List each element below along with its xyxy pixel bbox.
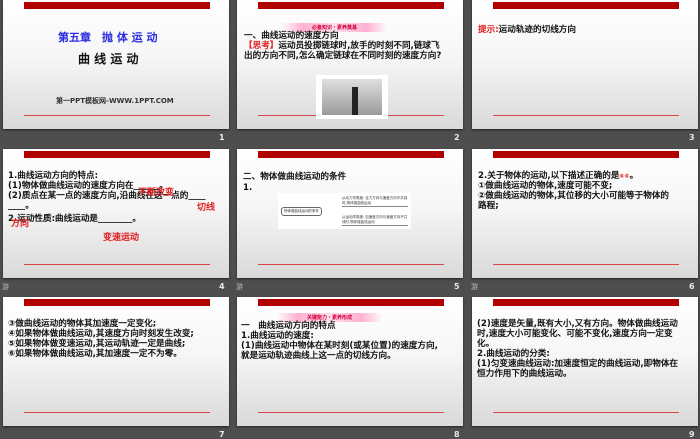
- slide-number: 5: [454, 282, 460, 291]
- text-line: 恒力作用下的曲线运动。: [477, 369, 572, 379]
- title-bar: [258, 2, 444, 9]
- transition-icon[interactable]: 游: [236, 282, 243, 292]
- title-bar: [24, 151, 210, 158]
- slide-title: 曲 线 运 动: [78, 52, 139, 66]
- divider: [258, 264, 444, 265]
- divider: [258, 412, 444, 413]
- text-line: 2.曲线运动的分类:: [477, 349, 550, 359]
- slide-thumbnail-4[interactable]: 1.曲线运动方向的特点: (1)物体做曲线运动的速度方向在______。 (2)…: [3, 149, 229, 278]
- text-line: ③做曲线运动的物体其加速度一定变化;: [8, 319, 157, 329]
- transition-icon[interactable]: 游: [2, 282, 9, 292]
- punct: 。: [629, 171, 639, 181]
- divider: [493, 115, 679, 116]
- divider: [24, 264, 210, 265]
- think-text: 出的方向不同,怎么确定链球在不同时刻的速度方向?: [244, 51, 442, 61]
- text-line: (2)速度是矢量,既有大小,又有方向。物体做曲线运动: [477, 319, 678, 329]
- think-label: 【思考】: [244, 41, 279, 51]
- answer: 变速运动: [103, 233, 140, 243]
- text-line: ____。: [8, 201, 34, 211]
- slide-thumbnail-2[interactable]: 必备知识・素养奠基 一、曲线运动的速度方向 【思考】运动员投掷链球时,放手的时刻…: [237, 0, 463, 129]
- title-bar: [493, 299, 679, 306]
- slide-number: 3: [689, 133, 695, 142]
- title-bar: [258, 299, 444, 306]
- text-line: ⑥如果物体做曲线运动,其加速度一定不为零。: [8, 349, 182, 359]
- slide-thumbnail-5[interactable]: 二、物体做曲线运动的条件 1. 物体做曲线运动的条件 从动力学角度: 合力方向与…: [237, 149, 463, 278]
- transition-icon[interactable]: 游: [471, 282, 478, 292]
- text-line: 1.曲线运动方向的特点:: [8, 171, 99, 181]
- slide-number: 1: [219, 133, 225, 142]
- slide-number: 4: [219, 282, 225, 291]
- slide-thumbnail-1[interactable]: 第五章 抛 体 运 动 曲 线 运 动 第一PPT模板网-WWW.1PPT.CO…: [3, 0, 229, 129]
- divider: [493, 412, 679, 413]
- footer-text: 第一PPT模板网-WWW.1PPT.COM: [56, 97, 174, 105]
- diagram-top: 从动力学角度: 合力方向与速度方向不共线时,物体做曲线运动: [342, 196, 408, 207]
- slide-thumbnail-6[interactable]: 2.关于物体的运动,以下描述正确的是⑥⑥。 ①做曲线运动的物体,速度可能不变; …: [472, 149, 698, 278]
- title-bar: [258, 151, 444, 158]
- hint-text: 运动轨迹的切线方向: [498, 25, 576, 35]
- text-line: 时,速度大小可能变化、可能不变化,速度方向一定变: [477, 329, 673, 339]
- heading: 一、曲线运动的速度方向: [244, 31, 339, 41]
- condition-diagram: 物体做曲线运动的条件 从动力学角度: 合力方向与速度方向不共线时,物体做曲线运动…: [278, 193, 411, 229]
- title-bar: [493, 2, 679, 9]
- text-line: ①做曲线运动的物体,速度可能不变;: [478, 181, 613, 191]
- question: 2.关于物体的运动,以下描述正确的是: [478, 171, 620, 181]
- title-bar: [24, 2, 210, 9]
- think-text: 运动员投掷链球时,放手的时刻不同,链球飞: [278, 41, 440, 51]
- divider: [24, 412, 210, 413]
- diagram-center: 物体做曲线运动的条件: [281, 207, 322, 216]
- slide-number: 6: [689, 282, 695, 291]
- text-line: 路程;: [478, 201, 499, 211]
- text-line: 1.: [243, 183, 253, 193]
- text-line: ②做曲线运动的物体,其位移的大小可能等于物体的: [478, 191, 670, 201]
- slide-thumbnail-8[interactable]: 关键能力・素养形成 一 曲线运动方向的特点 1.曲线运动的速度: (1)曲线运动…: [237, 297, 463, 426]
- heading: 二、物体做曲线运动的条件: [243, 172, 347, 182]
- divider: [24, 115, 210, 116]
- text-line: 化。: [477, 339, 495, 349]
- slide-thumbnail-7[interactable]: ③做曲线运动的物体其加速度一定变化; ④如果物体做曲线运动,其速度方向时刻发生改…: [3, 297, 229, 426]
- heading: 一 曲线运动方向的特点: [241, 321, 336, 331]
- title-bar: [24, 299, 210, 306]
- answer: 方向: [11, 219, 30, 229]
- slide-number: 7: [219, 430, 225, 439]
- chapter-title: 第五章 抛 体 运 动: [58, 31, 158, 44]
- slide-number: 8: [454, 430, 460, 439]
- answer: ⑥⑥: [619, 173, 630, 180]
- text-line: (2)质点在某一点的速度方向,沿曲线在这一点的____: [8, 191, 206, 201]
- hammer-throw-photo: [316, 75, 388, 119]
- hint-label: 提示:: [478, 25, 499, 35]
- text-line: ④如果物体做曲线运动,其速度方向时刻发生改变;: [8, 329, 194, 339]
- text-line: 就是运动轨迹曲线上这一点的切线方向。: [241, 351, 396, 361]
- text-line: ⑤如果物体做变速运动,其运动轨迹一定是曲线;: [8, 339, 186, 349]
- answer: 切线: [197, 203, 216, 213]
- divider: [493, 264, 679, 265]
- text-line: (1)曲线运动中物体在某时刻(或某位置)的速度方向,: [241, 341, 438, 351]
- diagram-bottom: 从运动学角度: 加速度方向与速度方向不共线时,物体做曲线运动: [342, 215, 408, 226]
- slide-thumbnail-3[interactable]: 提示:运动轨迹的切线方向: [472, 0, 698, 129]
- text-line: 1.曲线运动的速度:: [241, 331, 314, 341]
- text-line: (1)匀变速曲线运动:加速度恒定的曲线运动,即物体在: [477, 359, 679, 369]
- answer: 不断改变: [138, 188, 175, 198]
- slide-thumbnail-9[interactable]: (2)速度是矢量,既有大小,又有方向。物体做曲线运动 时,速度大小可能变化、可能…: [472, 297, 698, 426]
- slide-number: 9: [689, 430, 695, 439]
- slide-number: 2: [454, 133, 460, 142]
- title-bar: [493, 151, 679, 158]
